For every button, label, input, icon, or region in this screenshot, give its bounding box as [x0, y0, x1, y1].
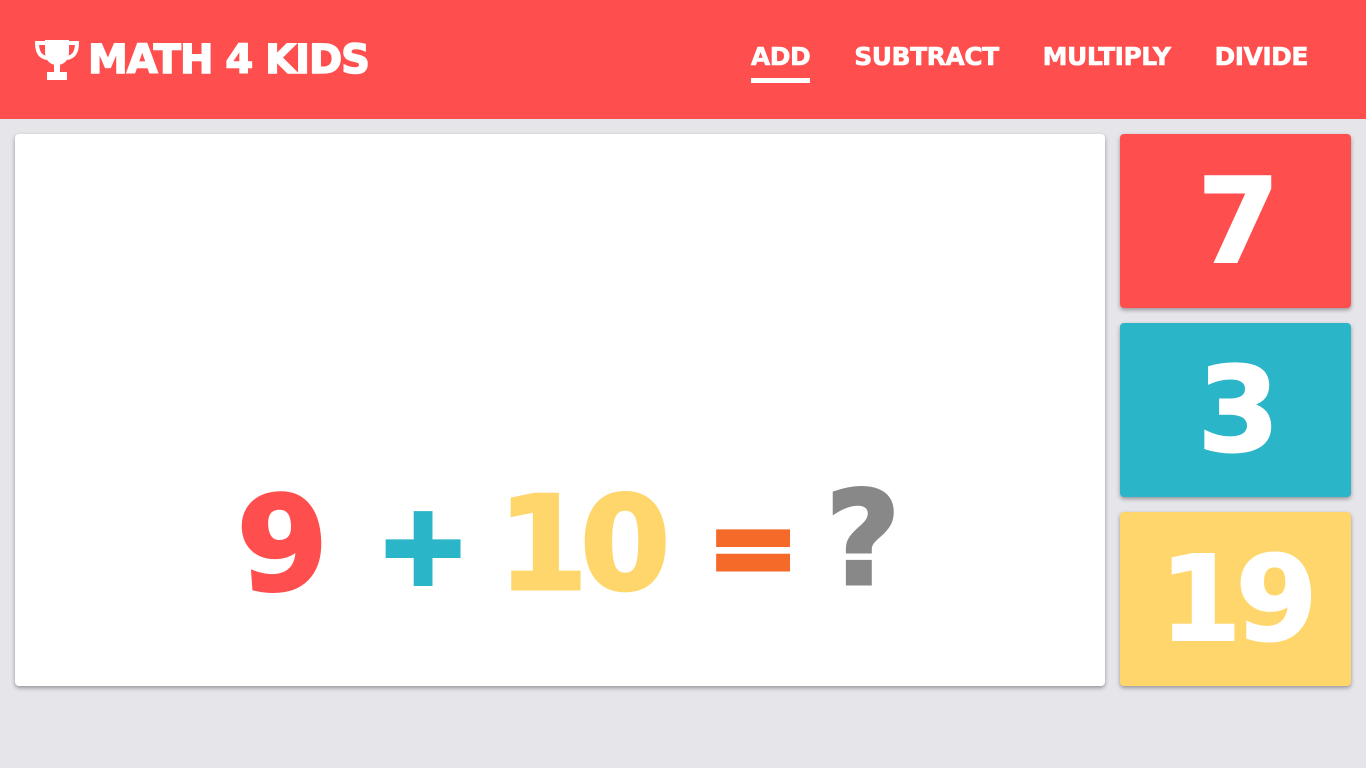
answer-option-3[interactable]: 19	[1120, 512, 1351, 686]
answer-label: 19	[1158, 530, 1318, 668]
nav-add[interactable]: ADD	[751, 40, 811, 83]
top-bar: MATH 4 KIDS ADD SUBTRACT MULTIPLY DIVIDE	[0, 0, 1366, 119]
unknown-answer: ?	[824, 463, 902, 615]
answer-label: 7	[1196, 152, 1280, 290]
answer-option-2[interactable]: 3	[1120, 323, 1351, 497]
app-title: MATH 4 KIDS	[87, 36, 371, 84]
operator-plus: +	[374, 481, 472, 609]
equation: 9 + 10 = ?	[15, 134, 1105, 686]
trophy-icon	[34, 40, 80, 80]
question-card: 9 + 10 = ?	[15, 134, 1105, 686]
equals-sign: =	[705, 483, 802, 611]
operand-a: 9	[231, 464, 335, 625]
operand-b: 10	[496, 468, 672, 620]
operation-nav: ADD SUBTRACT MULTIPLY DIVIDE	[707, 40, 1309, 83]
nav-multiply[interactable]: MULTIPLY	[1042, 40, 1171, 74]
answer-label: 3	[1196, 341, 1280, 479]
brand-logo[interactable]: MATH 4 KIDS	[34, 36, 371, 84]
nav-divide[interactable]: DIVIDE	[1214, 40, 1309, 74]
answer-option-1[interactable]: 7	[1120, 134, 1351, 308]
nav-subtract[interactable]: SUBTRACT	[854, 40, 1000, 74]
